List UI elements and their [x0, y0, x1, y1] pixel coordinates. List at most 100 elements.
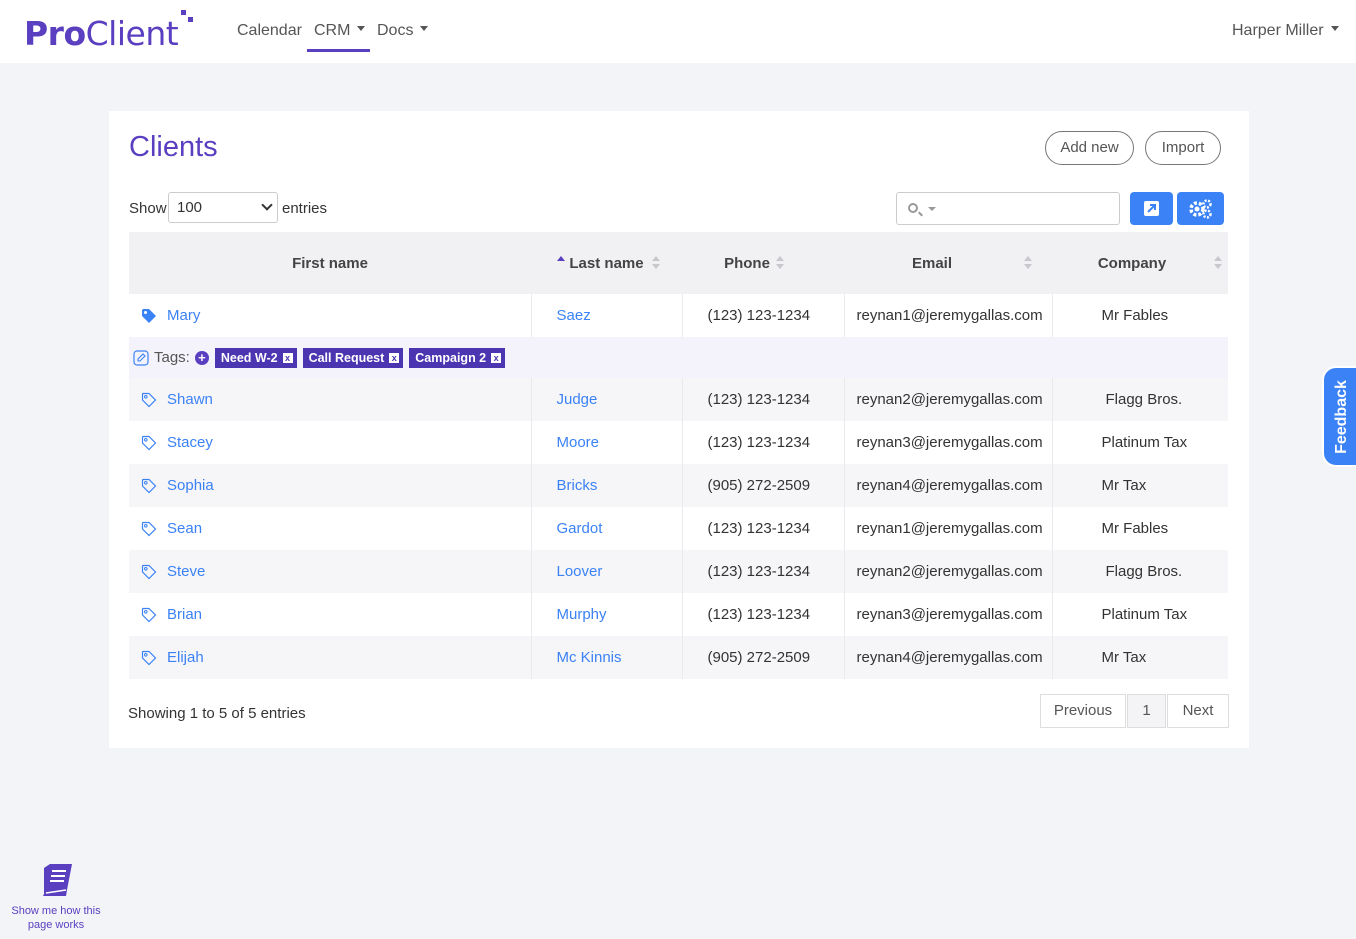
first-name-link[interactable]: Sophia — [167, 477, 214, 494]
table-header-row: First name Last name Phone Email Company — [129, 232, 1228, 294]
col-header-last-name[interactable]: Last name — [531, 232, 682, 294]
entries-per-page-select[interactable]: 100 — [168, 192, 278, 223]
tags-label: Tags: — [154, 349, 190, 366]
email-cell: reynan3@jeremygallas.com — [844, 593, 1053, 636]
company-cell: Flagg Bros. — [1052, 378, 1228, 421]
tag-outline-icon[interactable] — [141, 564, 157, 580]
table-row[interactable]: Stacey Moore (123) 123-1234 reynan3@jere… — [129, 421, 1228, 464]
sort-icon — [652, 256, 660, 270]
entries-label: entries — [282, 200, 328, 217]
remove-tag-x-icon[interactable]: x — [389, 352, 400, 363]
remove-tag-x-icon[interactable]: x — [282, 352, 293, 363]
tag-chip: Campaign 2 x — [409, 347, 506, 368]
first-name-link[interactable]: Steve — [167, 563, 205, 580]
tag-outline-icon[interactable] — [141, 392, 157, 408]
company-cell: Platinum Tax — [1052, 421, 1228, 464]
table-row[interactable]: Sean Gardot (123) 123-1234 reynan1@jerem… — [129, 507, 1228, 550]
show-label: Show — [129, 200, 167, 217]
first-name-link[interactable]: Brian — [167, 606, 202, 623]
search-icon — [908, 203, 918, 213]
last-name-cell: Moore — [531, 421, 683, 464]
table-row[interactable]: Steve Loover (123) 123-1234 reynan2@jere… — [129, 550, 1228, 593]
entries-per-page-value: 100 — [177, 199, 203, 216]
chevron-down-icon — [420, 26, 429, 32]
logo-pro-text: Pro — [24, 14, 86, 53]
last-name-link[interactable]: Bricks — [557, 477, 598, 494]
book-icon — [43, 864, 72, 896]
first-name-link[interactable]: Stacey — [167, 434, 213, 451]
user-menu-dropdown[interactable]: Harper Miller — [1232, 21, 1339, 41]
feedback-tab[interactable]: Feedback — [1322, 366, 1356, 467]
first-name-link[interactable]: Elijah — [167, 649, 204, 666]
next-page-button[interactable]: Next — [1167, 694, 1229, 728]
logo-client-text: Client — [85, 14, 179, 53]
first-name-link[interactable]: Shawn — [167, 391, 213, 408]
column-settings-button[interactable] — [1177, 192, 1224, 225]
first-name-link[interactable]: Mary — [167, 307, 200, 324]
table-row[interactable]: Brian Murphy (123) 123-1234 reynan3@jere… — [129, 593, 1228, 636]
phone-cell: (123) 123-1234 — [682, 507, 845, 550]
last-name-link[interactable]: Murphy — [557, 606, 607, 623]
col-header-company[interactable]: Company — [1052, 232, 1228, 294]
search-input[interactable] — [941, 195, 1111, 222]
proclient-logo[interactable]: ProClient — [24, 14, 179, 54]
first-name-cell: Sean — [129, 507, 532, 550]
table-row[interactable]: Elijah Mc Kinnis (905) 272-2509 reynan4@… — [129, 636, 1228, 679]
previous-page-button[interactable]: Previous — [1040, 694, 1126, 728]
page-title: Clients — [129, 131, 218, 163]
add-new-button[interactable]: Add new — [1045, 131, 1134, 165]
nav-crm-label: CRM — [314, 22, 351, 39]
tag-outline-icon[interactable] — [141, 607, 157, 623]
first-name-link[interactable]: Sean — [167, 520, 202, 537]
tag-filled-icon[interactable] — [141, 308, 157, 324]
sort-icon — [1214, 256, 1222, 270]
remove-tag-x-icon[interactable]: x — [491, 352, 502, 363]
nav-crm-dropdown[interactable]: CRM — [314, 21, 366, 41]
col-header-email[interactable]: Email — [844, 232, 1052, 294]
company-cell: Mr Tax — [1052, 464, 1228, 507]
last-name-link[interactable]: Moore — [557, 434, 600, 451]
phone-cell: (905) 272-2509 — [682, 636, 845, 679]
nav-docs-dropdown[interactable]: Docs — [377, 21, 429, 41]
col-header-first-name[interactable]: First name — [129, 232, 531, 294]
email-cell: reynan2@jeremygallas.com — [844, 378, 1053, 421]
email-cell: reynan1@jeremygallas.com — [844, 294, 1053, 337]
first-name-cell: Shawn — [129, 378, 532, 421]
gears-icon — [1189, 199, 1212, 219]
import-button[interactable]: Import — [1145, 131, 1221, 165]
first-name-cell: Mary — [129, 294, 532, 337]
last-name-link[interactable]: Saez — [557, 307, 591, 324]
nav-calendar[interactable]: Calendar — [237, 21, 302, 41]
table-row[interactable]: Shawn Judge (123) 123-1234 reynan2@jerem… — [129, 378, 1228, 421]
tag-chip-label: Campaign 2 — [415, 350, 487, 365]
search-box[interactable] — [896, 192, 1120, 225]
sort-icon — [1024, 256, 1032, 270]
export-button[interactable] — [1130, 192, 1173, 225]
table-row[interactable]: Mary Saez (123) 123-1234 reynan1@jeremyg… — [129, 294, 1228, 337]
phone-cell: (123) 123-1234 — [682, 593, 845, 636]
page-1-button[interactable]: 1 — [1127, 694, 1166, 728]
tag-outline-icon[interactable] — [141, 650, 157, 666]
email-cell: reynan4@jeremygallas.com — [844, 636, 1053, 679]
page-help-widget[interactable]: Show me how this page works — [0, 860, 112, 932]
sort-icon — [776, 256, 784, 270]
col-header-label: Company — [1097, 254, 1167, 272]
last-name-cell: Saez — [531, 294, 683, 337]
add-tag-plus-icon[interactable]: + — [194, 350, 209, 365]
first-name-cell: Sophia — [129, 464, 532, 507]
last-name-link[interactable]: Gardot — [557, 520, 603, 537]
last-name-link[interactable]: Judge — [557, 391, 598, 408]
col-header-label: First name — [292, 254, 368, 272]
tag-outline-icon[interactable] — [141, 478, 157, 494]
edit-pencil-icon[interactable] — [133, 349, 149, 366]
last-name-link[interactable]: Loover — [557, 563, 603, 580]
last-name-cell: Gardot — [531, 507, 683, 550]
last-name-link[interactable]: Mc Kinnis — [557, 649, 622, 666]
search-options-caret-icon[interactable] — [928, 207, 936, 211]
tag-outline-icon[interactable] — [141, 435, 157, 451]
tag-chip: Need W-2 x — [214, 347, 297, 368]
table-row[interactable]: Sophia Bricks (905) 272-2509 reynan4@jer… — [129, 464, 1228, 507]
last-name-cell: Mc Kinnis — [531, 636, 683, 679]
col-header-phone[interactable]: Phone — [682, 232, 844, 294]
tag-outline-icon[interactable] — [141, 521, 157, 537]
